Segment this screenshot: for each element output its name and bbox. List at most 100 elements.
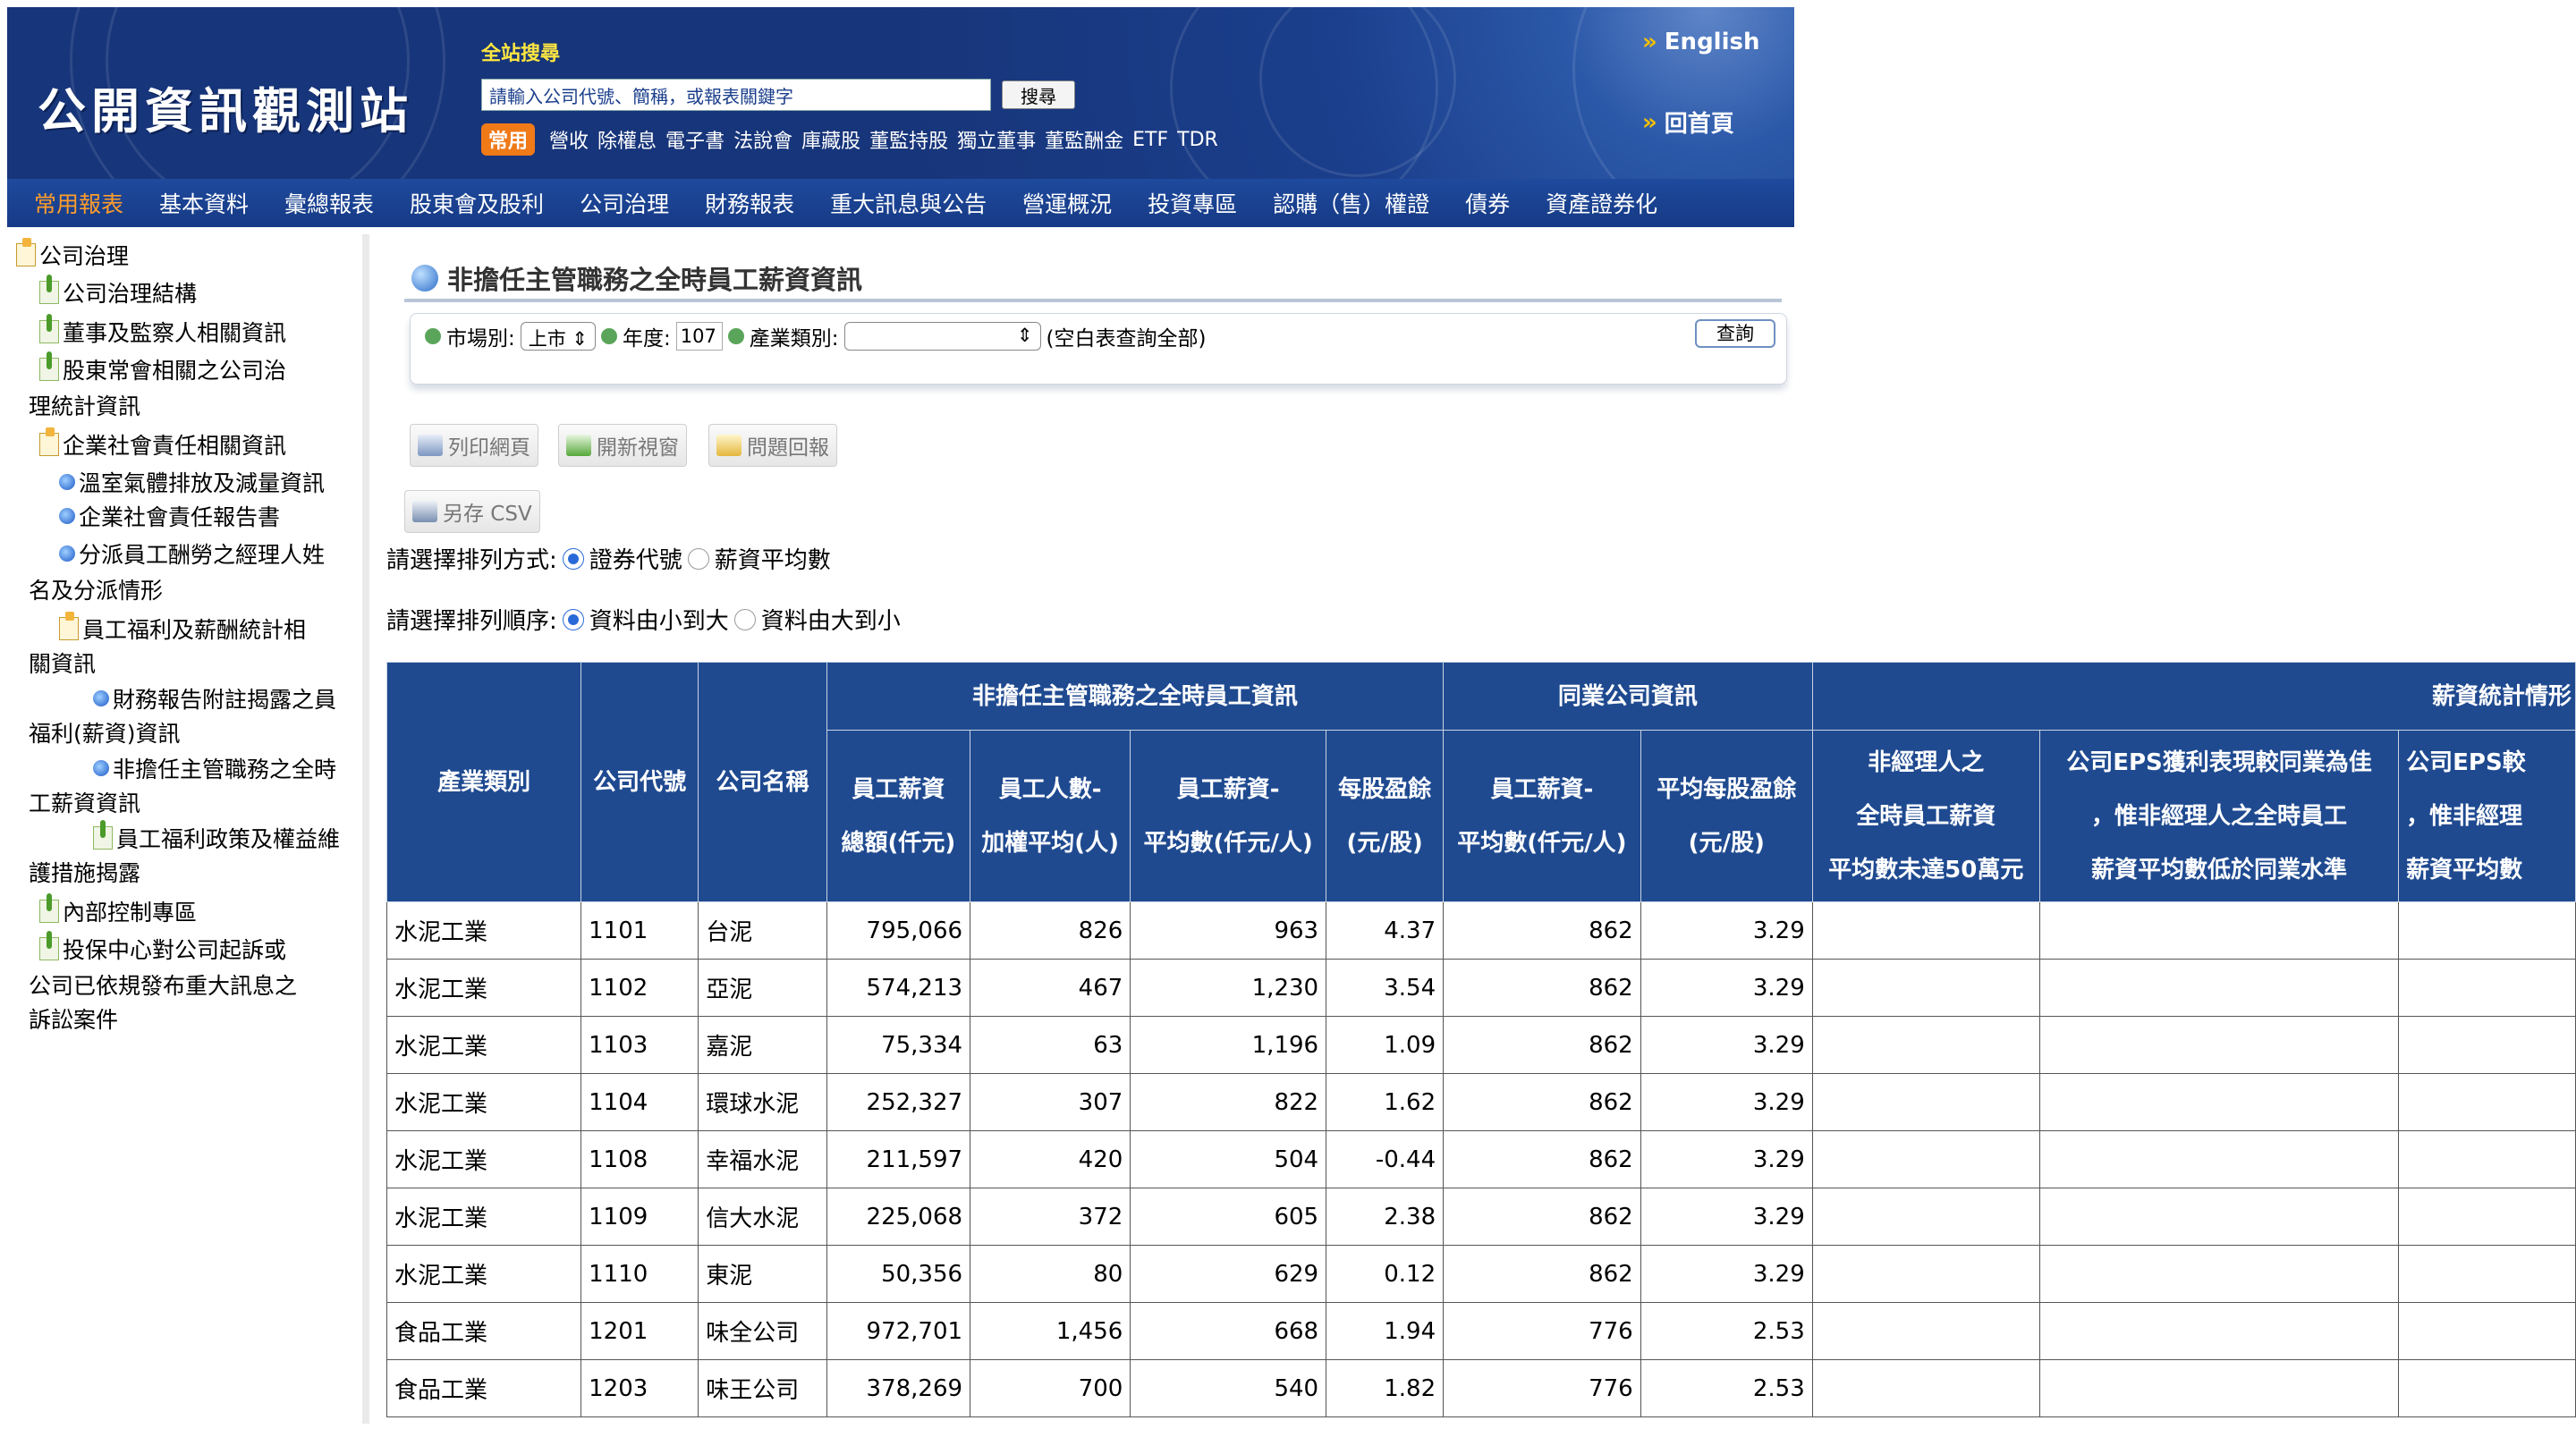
table-cell: 700 bbox=[970, 1359, 1131, 1417]
check-window-icon bbox=[566, 435, 591, 456]
table-cell: 80 bbox=[970, 1245, 1131, 1303]
nav-item[interactable]: 資產證券化 bbox=[1528, 187, 1675, 219]
tree-item-cont[interactable]: 福利(薪資)資訊 bbox=[29, 715, 181, 753]
quick-link[interactable]: 營收 bbox=[549, 125, 589, 154]
table-cell: 1109 bbox=[580, 1188, 699, 1246]
tree-item-cont[interactable]: 公司已依規發布重大訊息之 bbox=[29, 968, 297, 1005]
nav-item[interactable]: 公司治理 bbox=[562, 187, 687, 219]
tree-item[interactable]: 股東常會相關之公司治 bbox=[39, 351, 286, 390]
tree-item-cont[interactable]: 理統計資訊 bbox=[29, 388, 140, 426]
table-cell: 75,334 bbox=[826, 1016, 971, 1074]
tree-item[interactable]: 內部控制專區 bbox=[39, 893, 197, 932]
sort-by-salary-radio[interactable] bbox=[687, 547, 709, 570]
sidebar-splitter[interactable] bbox=[362, 234, 369, 1424]
table-cell: 3.29 bbox=[1640, 1188, 1813, 1246]
sort-by-code-radio[interactable] bbox=[562, 547, 584, 570]
quick-link[interactable]: ETF bbox=[1132, 129, 1168, 151]
table-cell: 307 bbox=[970, 1073, 1131, 1131]
table-cell bbox=[2038, 1359, 2400, 1417]
tree-subitem[interactable]: 企業社會責任報告書 bbox=[59, 499, 280, 537]
tree-folder[interactable]: 員工福利及薪酬統計相 bbox=[59, 612, 306, 649]
english-link[interactable]: » English bbox=[1642, 29, 1760, 55]
table-cell bbox=[1811, 1073, 2040, 1131]
tree-root[interactable]: 公司治理 bbox=[16, 238, 129, 275]
table-cell: 1,456 bbox=[970, 1302, 1131, 1360]
feedback-button[interactable]: 問題回報 bbox=[708, 424, 837, 467]
quick-link[interactable]: TDR bbox=[1177, 129, 1218, 151]
page-arrow-icon bbox=[39, 931, 59, 960]
site-logo[interactable]: 公開資訊觀測站 bbox=[38, 72, 413, 142]
nav-item[interactable]: 重大訊息與公告 bbox=[812, 187, 1004, 219]
folder-icon bbox=[16, 238, 36, 266]
quick-link[interactable]: 董監酬金 bbox=[1045, 125, 1123, 154]
nav-item[interactable]: 基本資料 bbox=[141, 187, 267, 219]
search-input[interactable] bbox=[481, 79, 991, 111]
tree-item[interactable]: 公司治理結構 bbox=[39, 275, 197, 313]
nav-item[interactable]: 股東會及股利 bbox=[392, 187, 562, 219]
table-cell: 3.29 bbox=[1640, 1073, 1813, 1131]
table-cell: 東泥 bbox=[698, 1245, 827, 1303]
search-title: 全站搜尋 bbox=[481, 43, 561, 65]
tree-item-cont[interactable]: 訴訟案件 bbox=[29, 1002, 118, 1039]
tree-item[interactable]: 董事及監察人相關資訊 bbox=[39, 314, 286, 352]
table-cell: 味王公司 bbox=[698, 1359, 827, 1417]
quick-link[interactable]: 獨立董事 bbox=[957, 125, 1036, 154]
table-cell: 862 bbox=[1443, 1073, 1641, 1131]
page-arrow-icon bbox=[39, 314, 59, 343]
print-button[interactable]: 列印網頁 bbox=[410, 424, 538, 467]
tree-item[interactable]: 投保中心對公司起訴或 bbox=[39, 931, 286, 969]
home-link[interactable]: » 回首頁 bbox=[1642, 106, 1734, 139]
sort-by-code-label: 證券代號 bbox=[589, 547, 682, 574]
tree-item-cont[interactable]: 關資訊 bbox=[29, 646, 96, 683]
table-cell: 3.29 bbox=[1640, 1016, 1813, 1074]
table-cell: 1102 bbox=[580, 959, 699, 1017]
table-cell: 668 bbox=[1130, 1302, 1327, 1360]
nav-item-common[interactable]: 常用報表 bbox=[27, 187, 141, 219]
sort-asc-radio[interactable] bbox=[562, 608, 584, 630]
tree-item-cont[interactable]: 名及分派情形 bbox=[29, 572, 163, 610]
table-cell bbox=[2038, 1016, 2400, 1074]
market-select[interactable]: 上市 ⇕ bbox=[520, 322, 597, 351]
table-cell: 信大水泥 bbox=[698, 1188, 827, 1246]
nav-item[interactable]: 債券 bbox=[1447, 187, 1528, 219]
col-header: 平均每股盈餘 (元/股) bbox=[1640, 730, 1813, 902]
save-csv-button[interactable]: 另存 CSV bbox=[404, 490, 540, 533]
table-cell bbox=[2038, 1188, 2400, 1246]
table-cell: 211,597 bbox=[826, 1130, 971, 1188]
sort-desc-radio[interactable] bbox=[733, 608, 756, 630]
table-cell: 1.62 bbox=[1326, 1073, 1445, 1131]
table-cell: 1.94 bbox=[1326, 1302, 1445, 1360]
table-cell: 3.54 bbox=[1326, 959, 1445, 1017]
tree-subitem[interactable]: 員工福利政策及權益維 bbox=[93, 820, 340, 858]
nav-item[interactable]: 彙總報表 bbox=[267, 187, 392, 219]
quick-link[interactable]: 除權息 bbox=[597, 125, 657, 154]
query-button[interactable]: 查詢 bbox=[1695, 319, 1775, 348]
nav-item[interactable]: 認購（售）權證 bbox=[1255, 187, 1447, 219]
tree-subitem[interactable]: 財務報告附註揭露之員 bbox=[93, 681, 336, 719]
nav-item[interactable]: 投資專區 bbox=[1130, 187, 1255, 219]
year-input[interactable] bbox=[675, 322, 723, 351]
tree-item-cont[interactable]: 護措施揭露 bbox=[29, 855, 140, 892]
table-cell: 420 bbox=[970, 1130, 1131, 1188]
search-button[interactable]: 搜尋 bbox=[1002, 80, 1075, 109]
new-window-button[interactable]: 開新視窗 bbox=[558, 424, 687, 467]
table-cell bbox=[1811, 1359, 2040, 1417]
tree-subitem-current[interactable]: 非擔任主管職務之全時 bbox=[93, 751, 336, 789]
industry-select[interactable]: ⇕ bbox=[843, 322, 1041, 351]
quick-link[interactable]: 法說會 bbox=[733, 125, 792, 154]
tree-item-cont[interactable]: 工薪資資訊 bbox=[29, 785, 140, 823]
sidebar-tree: 公司治理 公司治理結構 董事及監察人相關資訊 股東常會相關之公司治 理統計資訊 … bbox=[7, 231, 372, 1429]
quick-link[interactable]: 董監持股 bbox=[869, 125, 948, 154]
floppy-icon bbox=[412, 501, 437, 522]
double-chevron-icon: » bbox=[1642, 29, 1657, 55]
nav-item[interactable]: 財務報表 bbox=[687, 187, 812, 219]
tree-subitem[interactable]: 溫室氣體排放及減量資訊 bbox=[59, 465, 325, 503]
quick-link[interactable]: 庫藏股 bbox=[801, 125, 860, 154]
tree-subitem[interactable]: 分派員工酬勞之經理人姓 bbox=[59, 537, 325, 574]
nav-item[interactable]: 營運概況 bbox=[1004, 187, 1130, 219]
tree-folder[interactable]: 企業社會責任相關資訊 bbox=[39, 427, 286, 465]
table-cell: 574,213 bbox=[826, 959, 971, 1017]
quick-link[interactable]: 電子書 bbox=[665, 125, 724, 154]
arrow-bullet-icon bbox=[727, 328, 744, 344]
table-cell: 63 bbox=[970, 1016, 1131, 1074]
